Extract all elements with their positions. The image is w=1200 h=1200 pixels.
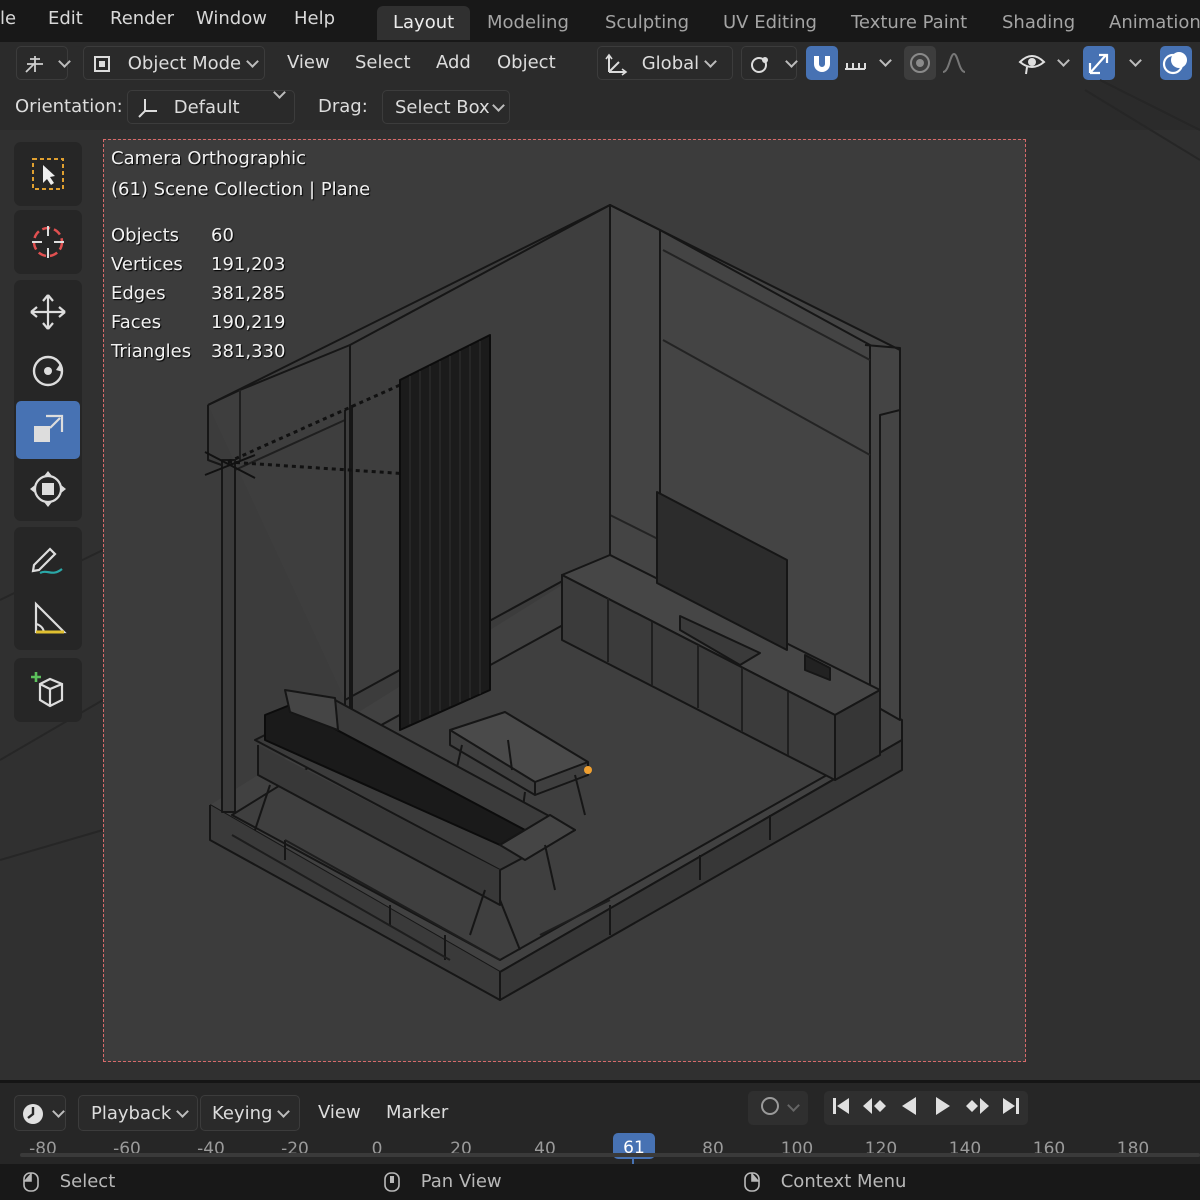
play-reverse-icon <box>898 1095 920 1121</box>
timeline-menu-view[interactable]: View <box>318 1095 361 1131</box>
stat-value: 381,330 <box>211 341 286 362</box>
record-circle-icon <box>759 1095 781 1121</box>
transform-tool-group <box>14 280 82 521</box>
collection-label: (61) Scene Collection | Plane <box>111 179 371 200</box>
timeline-editor: Playback Keying View Marker -80 -60 -40 … <box>0 1080 1200 1167</box>
playback-menu[interactable]: Playback <box>78 1095 198 1131</box>
jump-start-icon <box>830 1095 852 1121</box>
mouse-middle-icon <box>384 1172 400 1192</box>
transform-icon <box>30 471 66 507</box>
tool-cursor[interactable] <box>16 213 80 271</box>
playback-label: Playback <box>91 1103 172 1124</box>
chevron-down-icon <box>277 1105 291 1118</box>
annotate-pencil-icon <box>31 547 63 575</box>
tool-move[interactable] <box>16 283 80 341</box>
chevron-down-icon <box>51 1105 65 1118</box>
clock-icon <box>21 1103 51 1124</box>
add-tool-group <box>14 658 82 722</box>
status-bar: Select Pan View Context Menu <box>0 1164 1200 1200</box>
play-button[interactable] <box>926 1091 960 1125</box>
status-pan-hint: Pan View <box>383 1171 502 1193</box>
stat-faces: Faces 190,219 <box>111 308 370 337</box>
stat-label: Edges <box>111 283 166 304</box>
object-origin-dot[interactable] <box>584 766 592 774</box>
stat-value: 381,285 <box>211 283 286 304</box>
status-pan-label: Pan View <box>420 1171 502 1192</box>
stat-vertices: Vertices 191,203 <box>111 250 370 279</box>
tool-measure[interactable] <box>16 589 80 647</box>
keyframe-forward-icon <box>962 1095 992 1121</box>
tool-select-box[interactable] <box>16 145 80 203</box>
stat-label: Faces <box>111 312 162 333</box>
status-context-hint: Context Menu <box>743 1171 906 1193</box>
rotate-icon <box>32 355 64 387</box>
tool-shelf <box>14 142 82 722</box>
status-select-hint: Select <box>22 1171 115 1193</box>
blender-window: File Edit Render Window Help Layout Mode… <box>0 0 1200 1200</box>
mouse-left-icon <box>23 1172 39 1192</box>
stat-value: 60 <box>211 225 234 246</box>
viewport-info-overlay: Camera Orthographic (61) Scene Collectio… <box>111 143 370 366</box>
scale-icon <box>34 414 64 442</box>
play-reverse-button[interactable] <box>892 1091 926 1125</box>
chevron-down-icon <box>176 1105 190 1118</box>
status-select-label: Select <box>59 1171 116 1192</box>
stat-label: Vertices <box>111 254 183 275</box>
jump-to-start-button[interactable] <box>824 1091 858 1125</box>
stat-triangles: Triangles 381,330 <box>111 337 370 366</box>
cursor-tool-group <box>14 210 82 274</box>
keying-label: Keying <box>212 1103 273 1124</box>
jump-keyframe-forward-button[interactable] <box>960 1091 994 1125</box>
timeline-editor-type[interactable] <box>14 1095 66 1131</box>
select-box-icon <box>32 158 64 190</box>
add-cube-icon <box>31 672 64 708</box>
move-arrows-icon <box>30 294 66 330</box>
keying-menu[interactable]: Keying <box>200 1095 300 1131</box>
mouse-right-icon <box>744 1172 760 1192</box>
tool-rotate[interactable] <box>16 342 80 400</box>
stat-edges: Edges 381,285 <box>111 279 370 308</box>
play-icon <box>932 1095 954 1121</box>
stat-value: 190,219 <box>211 312 286 333</box>
tool-annotate[interactable] <box>16 530 80 588</box>
stat-label: Objects <box>111 225 180 246</box>
tool-transform[interactable] <box>16 460 80 518</box>
keyframe-back-icon <box>860 1095 890 1121</box>
stat-label: Triangles <box>111 341 192 362</box>
jump-to-end-button[interactable] <box>994 1091 1028 1125</box>
jump-end-icon <box>1000 1095 1022 1121</box>
timeline-scrollbar[interactable] <box>20 1153 1200 1157</box>
cursor-crosshair-icon <box>32 226 64 258</box>
timeline-menu-marker[interactable]: Marker <box>386 1095 448 1131</box>
jump-keyframe-back-button[interactable] <box>858 1091 892 1125</box>
auto-keying-toggle[interactable] <box>748 1091 808 1125</box>
camera-label: Camera Orthographic <box>111 148 306 169</box>
tool-add-cube[interactable] <box>16 661 80 719</box>
tool-scale[interactable] <box>16 401 80 459</box>
annotate-tool-group <box>14 527 82 650</box>
chevron-down-icon <box>786 1098 800 1112</box>
select-tool-group <box>14 142 82 206</box>
stat-objects: Objects 60 <box>111 221 370 250</box>
measure-ruler-icon <box>34 601 67 634</box>
stat-value: 191,203 <box>211 254 286 275</box>
status-context-label: Context Menu <box>780 1171 907 1192</box>
